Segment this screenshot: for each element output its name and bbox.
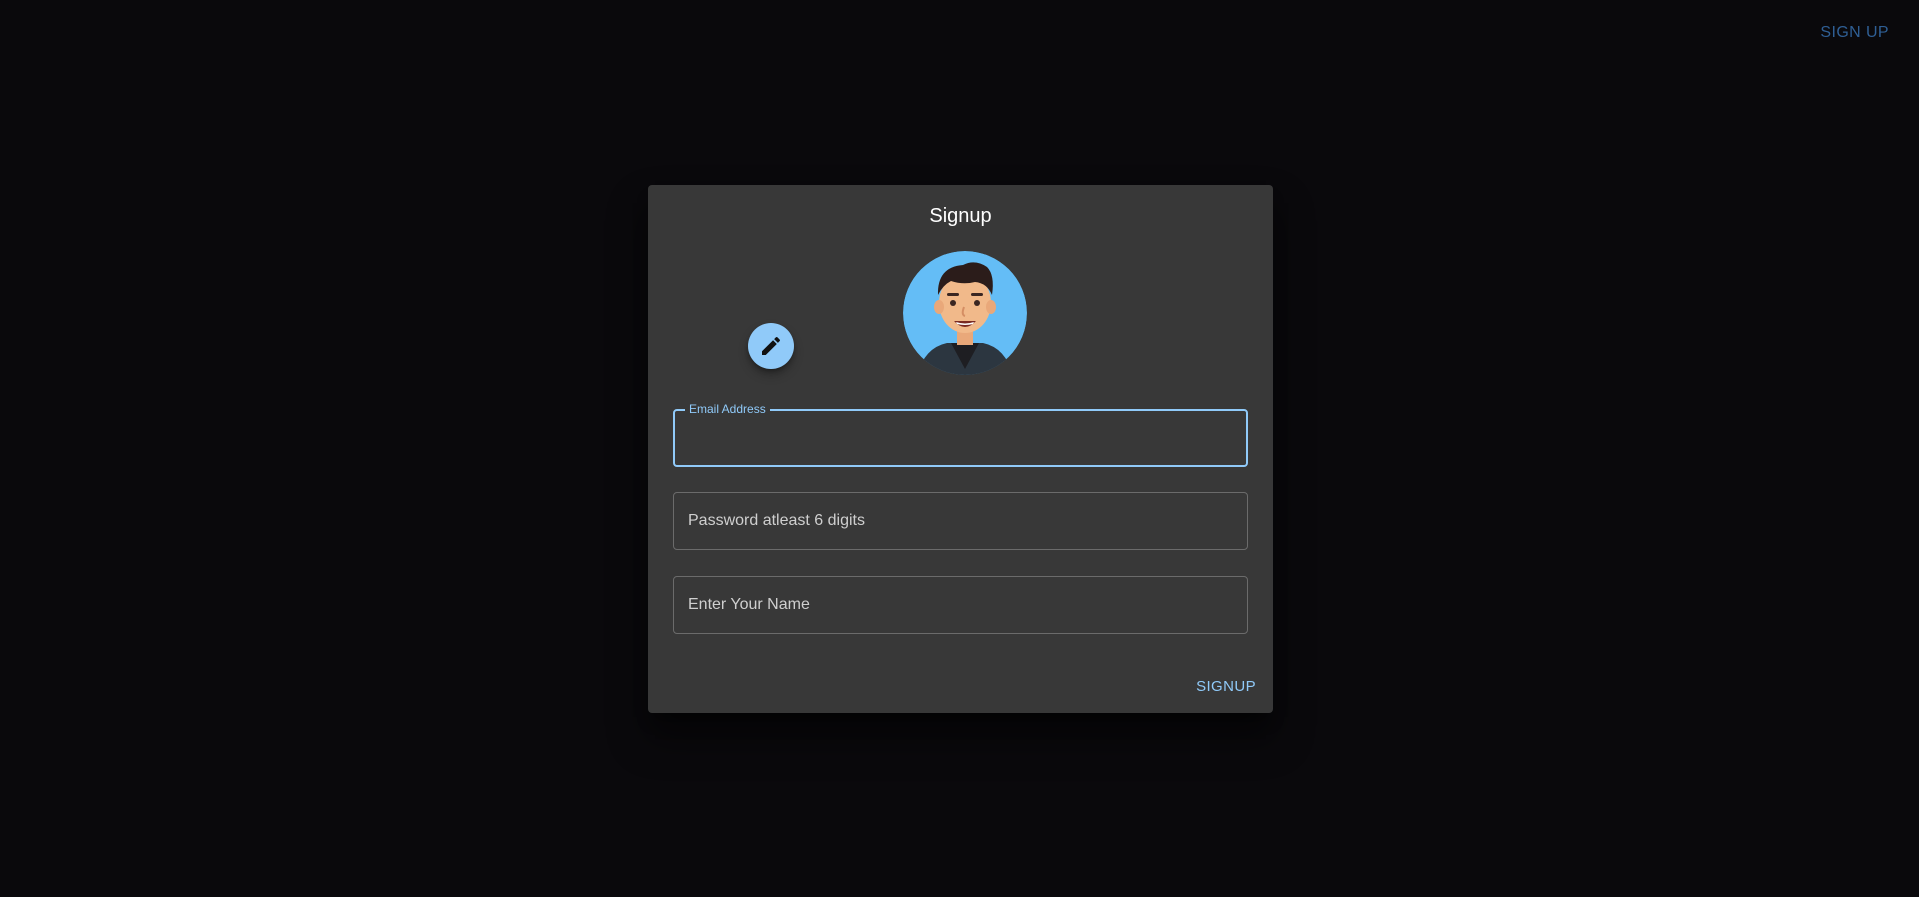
name-input[interactable] [674,577,1247,633]
pencil-icon [762,336,781,355]
dialog-title: Signup [929,205,992,227]
name-field[interactable] [673,576,1248,634]
avatar-container [901,249,1029,377]
email-field[interactable]: Email Address [673,402,1248,467]
password-input[interactable] [674,493,1247,549]
signup-submit-button[interactable]: SIGNUP [1196,678,1256,695]
avatar [903,251,1027,375]
password-field[interactable] [673,492,1248,550]
header-signup-link[interactable]: SIGN UP [1820,24,1889,42]
email-input[interactable] [675,411,1246,465]
signup-dialog: Signup Email Address Enter Your Name SIG… [648,185,1273,713]
edit-avatar-button[interactable] [748,323,794,369]
